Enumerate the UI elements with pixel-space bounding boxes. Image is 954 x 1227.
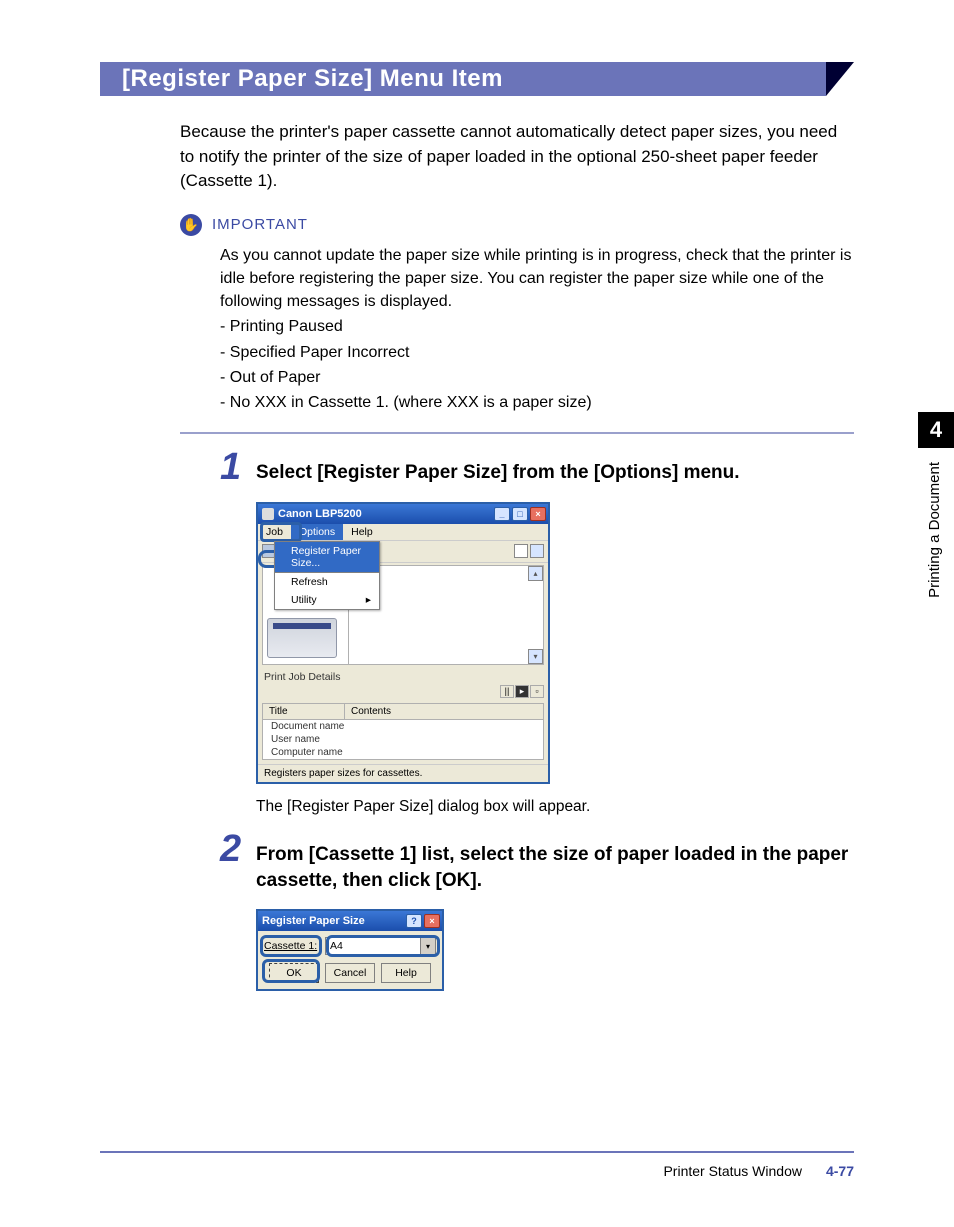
dropdown-refresh[interactable]: Refresh <box>275 573 379 591</box>
important-item-4: - No XXX in Cassette 1. (where XXX is a … <box>220 391 854 414</box>
dialog-titlebar: Register Paper Size ? × <box>258 911 442 931</box>
intro-paragraph: Because the printer's paper cassette can… <box>180 120 854 194</box>
step-1: 1 Select [Register Paper Size] from the … <box>220 460 854 816</box>
step-2-number: 2 <box>220 828 241 871</box>
combo-arrow-icon[interactable]: ▾ <box>420 938 435 954</box>
section-title-bar: [Register Paper Size] Menu Item <box>100 62 854 96</box>
ok-button[interactable]: OK <box>269 963 319 983</box>
play-icon[interactable]: ▸ <box>515 685 529 698</box>
toolbar: Register Paper Size... Refresh Utility ▸ <box>258 541 548 563</box>
row-computer-name: Computer name <box>263 746 543 759</box>
important-icon: ✋ <box>180 214 202 236</box>
col-title: Title <box>263 704 345 720</box>
important-body-text: As you cannot update the paper size whil… <box>220 244 854 314</box>
pause-icon[interactable]: || <box>500 685 514 698</box>
menu-options[interactable]: Options <box>291 524 343 540</box>
footer-section: Printer Status Window <box>663 1163 802 1179</box>
footer: Printer Status Window 4-77 <box>100 1163 854 1179</box>
cancel-button[interactable]: Cancel <box>325 963 375 983</box>
help-icon[interactable]: ? <box>406 914 422 928</box>
scroll-up-icon[interactable]: ▴ <box>528 566 543 581</box>
cassette1-label: Cassette 1: <box>264 940 319 952</box>
important-block: ✋ IMPORTANT As you cannot update the pap… <box>180 214 854 414</box>
important-item-2: - Specified Paper Incorrect <box>220 341 854 364</box>
chapter-label: Printing a Document <box>918 448 951 612</box>
side-tab: 4 Printing a Document <box>918 412 954 632</box>
footer-line <box>100 1151 854 1153</box>
close-icon[interactable]: × <box>530 507 546 521</box>
step-1-note: The [Register Paper Size] dialog box wil… <box>256 798 854 816</box>
help-button[interactable]: Help <box>381 963 431 983</box>
important-label: IMPORTANT <box>212 216 308 233</box>
menu-help[interactable]: Help <box>343 524 381 540</box>
toolbar-icon-a[interactable] <box>514 544 528 558</box>
toolbar-icon-b[interactable] <box>530 544 544 558</box>
step-2: 2 From [Cassette 1] list, select the siz… <box>220 842 854 991</box>
cassette1-value: A4 <box>330 940 343 952</box>
details-toolbar: || ▸ ▫ <box>258 685 548 701</box>
footer-page: 4-77 <box>826 1163 854 1179</box>
dropdown-register-paper-size[interactable]: Register Paper Size... <box>275 542 379 573</box>
options-dropdown: Register Paper Size... Refresh Utility ▸ <box>274 541 380 610</box>
menu-job[interactable]: Job <box>258 524 291 540</box>
title-arrow <box>826 62 854 96</box>
separator-line <box>180 432 854 434</box>
section-title: [Register Paper Size] Menu Item <box>100 62 826 96</box>
register-paper-size-dialog: Register Paper Size ? × Cassette 1: A4 ▾… <box>256 909 444 991</box>
menubar: Job Options Help <box>258 524 548 541</box>
dropdown-utility-label: Utility <box>291 594 317 606</box>
maximize-icon[interactable]: □ <box>512 507 528 521</box>
delete-icon[interactable]: ▫ <box>530 685 544 698</box>
statusbar: Registers paper sizes for cassettes. <box>258 764 548 782</box>
dialog-close-icon[interactable]: × <box>424 914 440 928</box>
minimize-icon[interactable]: _ <box>494 507 510 521</box>
step-1-heading: Select [Register Paper Size] from the [O… <box>256 460 854 486</box>
dropdown-utility[interactable]: Utility ▸ <box>275 591 379 609</box>
chapter-number: 4 <box>918 412 954 448</box>
status-window-screenshot: Canon LBP5200 _ □ × Job Options Help <box>256 502 550 784</box>
important-item-3: - Out of Paper <box>220 366 854 389</box>
details-table: Title Contents Document name User name C… <box>262 703 544 760</box>
scroll-down-icon[interactable]: ▾ <box>528 649 543 664</box>
cassette1-combo[interactable]: A4 ▾ <box>325 937 436 955</box>
step-1-number: 1 <box>220 446 241 489</box>
window-title: Canon LBP5200 <box>262 508 494 520</box>
col-contents: Contents <box>345 704 543 720</box>
dialog-title: Register Paper Size <box>262 915 406 927</box>
important-item-1: - Printing Paused <box>220 315 854 338</box>
row-user-name: User name <box>263 733 543 746</box>
submenu-arrow-icon: ▸ <box>366 594 371 606</box>
step-2-heading: From [Cassette 1] list, select the size … <box>256 842 854 893</box>
printer-icon <box>267 618 337 658</box>
row-document-name: Document name <box>263 720 543 733</box>
window-titlebar: Canon LBP5200 _ □ × <box>258 504 548 524</box>
print-job-details-label: Print Job Details <box>258 667 548 685</box>
